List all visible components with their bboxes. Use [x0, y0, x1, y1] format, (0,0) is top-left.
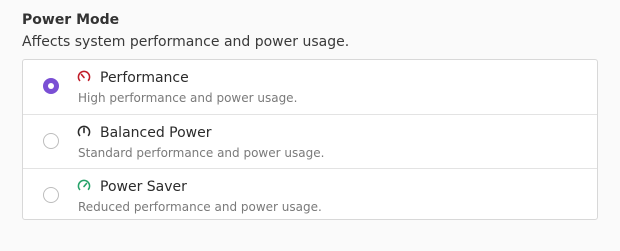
option-description: Standard performance and power usage. [78, 146, 325, 160]
option-description: Reduced performance and power usage. [78, 200, 322, 214]
option-description: High performance and power usage. [78, 91, 298, 105]
section-description: Affects system performance and power usa… [22, 34, 350, 50]
option-label: Balanced Power [100, 125, 212, 141]
option-label: Power Saver [100, 179, 187, 195]
radio-button[interactable] [43, 133, 59, 149]
option-label: Performance [100, 70, 189, 86]
power-mode-option-balanced[interactable]: Balanced Power Standard performance and … [23, 114, 597, 167]
radio-button-selected[interactable] [43, 78, 59, 94]
speedometer-low-icon [77, 179, 91, 193]
speedometer-medium-icon [77, 125, 91, 139]
power-mode-option-performance[interactable]: Performance High performance and power u… [23, 60, 597, 113]
power-mode-list: Performance High performance and power u… [22, 59, 598, 220]
speedometer-high-icon [77, 70, 91, 84]
radio-button[interactable] [43, 187, 59, 203]
section-title: Power Mode [22, 12, 120, 28]
power-mode-option-power-saver[interactable]: Power Saver Reduced performance and powe… [23, 168, 597, 221]
